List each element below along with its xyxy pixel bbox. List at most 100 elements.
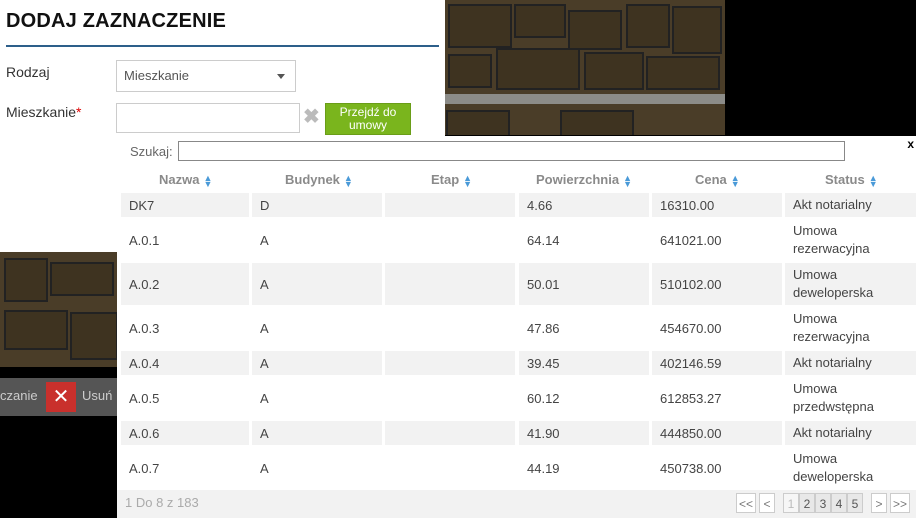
table-header: Nazwa ▲ ▼ Budynek ▲ ▼ Etap ▲ ▼ Powierzchnia ▲ ▼ … [117, 170, 916, 192]
table-row[interactable]: A.0.2 A 50.01 510102.00 Umowa dewelopers… [117, 263, 916, 305]
column-header-budynek[interactable]: Budynek ▲ ▼ [285, 172, 353, 189]
table-row[interactable]: A.0.7 A 44.19 450738.00 Umowa dewelopers… [117, 445, 916, 491]
cell-budynek: A [252, 351, 382, 375]
cell-powierzchnia: 4.66 [519, 193, 649, 217]
pagination: << < 1 2 3 4 5 > >> [733, 493, 910, 513]
page-button-1[interactable]: 1 [782, 493, 799, 513]
column-header-label: Status [825, 172, 865, 187]
cell-cena: 454670.00 [660, 320, 722, 336]
cell-cena: 450738.00 [660, 460, 722, 476]
apartment-picker-popup: x Szukaj: Nazwa ▲ ▼ Budynek ▲ ▼ Etap ▲ ▼ Powie… [117, 136, 916, 518]
required-mark: * [76, 104, 82, 120]
cell-budynek: D [252, 193, 382, 217]
column-header-label: Powierzchnia [536, 172, 620, 187]
cell-budynek: A [260, 232, 269, 248]
cell-budynek: A [252, 263, 382, 305]
cell-etap [385, 193, 515, 217]
cell-status: Umowa deweloperska [793, 451, 874, 484]
pagination-info: 1 Do 8 z 183 [125, 495, 199, 510]
sort-icon: ▲ ▼ [868, 172, 878, 189]
cell-status: Umowa rezerwacyjna [793, 311, 870, 344]
cell-status: Akt notarialny [785, 193, 916, 217]
column-header-label: Etap [431, 172, 460, 187]
page-button-3[interactable]: 3 [814, 493, 831, 513]
cell-nazwa: A.0.4 [121, 351, 249, 375]
rodzaj-label: Rodzaj [6, 64, 50, 80]
clear-icon[interactable]: ✖ [303, 104, 320, 129]
search-label: Szukaj: [130, 144, 173, 159]
column-header-status[interactable]: Status ▲ ▼ [825, 172, 878, 189]
cell-nazwa: A.0.6 [121, 421, 249, 445]
column-header-label: Nazwa [159, 172, 200, 187]
close-icon[interactable]: x [907, 137, 914, 151]
column-header-nazwa[interactable]: Nazwa ▲ ▼ [159, 172, 213, 189]
table-row[interactable]: A.0.5 A 60.12 612853.27 Umowa przedwstęp… [117, 375, 916, 421]
cell-etap [385, 445, 515, 491]
cell-cena: 612853.27 [660, 390, 722, 406]
cell-nazwa: A.0.3 [129, 320, 160, 336]
goto-contract-button[interactable]: Przejdź do umowy [325, 103, 411, 135]
cell-nazwa: A.0.7 [129, 460, 160, 476]
cell-cena: 444850.00 [652, 421, 782, 445]
rodzaj-select[interactable]: Mieszkanie [116, 60, 296, 92]
delete-label: Usuń [82, 388, 113, 403]
sort-icon: ▲ ▼ [343, 172, 353, 189]
cell-status: Akt notarialny [785, 421, 916, 445]
cell-powierzchnia: 41.90 [519, 421, 649, 445]
mieszkanie-label: Mieszkanie* [6, 104, 81, 120]
column-header-powierzchnia[interactable]: Powierzchnia ▲ ▼ [536, 172, 632, 189]
table-row[interactable]: A.0.1 A 64.14 641021.00 Umowa rezerwacyj… [117, 217, 916, 263]
cell-budynek: A [252, 421, 382, 445]
cell-nazwa: A.0.1 [129, 232, 160, 248]
page-button-4[interactable]: 4 [830, 493, 847, 513]
table-row[interactable]: A.0.6 A 41.90 444850.00 Akt notarialny [117, 421, 916, 445]
cell-etap [385, 305, 515, 351]
last-page-button[interactable]: >> [889, 493, 910, 513]
rodzaj-select-value: Mieszkanie [124, 68, 190, 83]
form-title: DODAJ ZAZNACZENIE [6, 10, 227, 32]
mieszkanie-label-text: Mieszkanie [6, 104, 77, 120]
cell-etap [385, 217, 515, 263]
chevron-down-icon [277, 74, 285, 79]
column-header-label: Budynek [285, 172, 340, 187]
sort-icon: ▲ ▼ [203, 172, 213, 189]
first-page-button[interactable]: << [735, 493, 756, 513]
cell-status: Umowa przedwstępna [793, 381, 874, 414]
sort-icon: ▲ ▼ [730, 172, 740, 189]
search-input[interactable] [178, 141, 845, 161]
cell-nazwa: A.0.2 [121, 263, 249, 305]
cell-powierzchnia: 47.86 [527, 320, 560, 336]
next-page-button[interactable]: > [870, 493, 887, 513]
cell-nazwa: DK7 [121, 193, 249, 217]
mieszkanie-input[interactable] [116, 103, 300, 133]
cell-status: Umowa rezerwacyjna [793, 223, 870, 256]
table-body: DK7 D 4.66 16310.00 Akt notarialny A.0.1… [117, 193, 916, 491]
page-button-5[interactable]: 5 [846, 493, 863, 513]
sort-icon: ▲ ▼ [623, 172, 632, 189]
table-footer: 1 Do 8 z 183 << < 1 2 3 4 5 > >> [117, 490, 916, 518]
cell-powierzchnia: 44.19 [527, 460, 560, 476]
table-row[interactable]: DK7 D 4.66 16310.00 Akt notarialny [117, 193, 916, 217]
cell-powierzchnia: 39.45 [519, 351, 649, 375]
cell-cena: 510102.00 [652, 263, 782, 305]
cell-powierzchnia: 64.14 [527, 232, 560, 248]
delete-icon[interactable]: ✕ [46, 382, 76, 412]
column-header-cena[interactable]: Cena ▲ ▼ [695, 172, 740, 189]
cell-nazwa: A.0.5 [129, 390, 160, 406]
sort-icon: ▲ ▼ [463, 172, 473, 189]
floor-plan-background [440, 0, 725, 135]
page-button-2[interactable]: 2 [798, 493, 815, 513]
cell-etap [385, 375, 515, 421]
column-header-etap[interactable]: Etap ▲ ▼ [431, 172, 473, 189]
cell-etap [385, 421, 515, 445]
cell-budynek: A [260, 460, 269, 476]
table-row[interactable]: A.0.4 A 39.45 402146.59 Akt notarialny [117, 351, 916, 375]
column-header-label: Cena [695, 172, 727, 187]
table-row[interactable]: A.0.3 A 47.86 454670.00 Umowa rezerwacyj… [117, 305, 916, 351]
cell-status: Umowa deweloperska [785, 263, 916, 305]
background-toolbar-text: czanie [0, 388, 38, 403]
cell-cena: 16310.00 [652, 193, 782, 217]
prev-page-button[interactable]: < [758, 493, 775, 513]
cell-budynek: A [260, 390, 269, 406]
title-divider [6, 45, 439, 47]
